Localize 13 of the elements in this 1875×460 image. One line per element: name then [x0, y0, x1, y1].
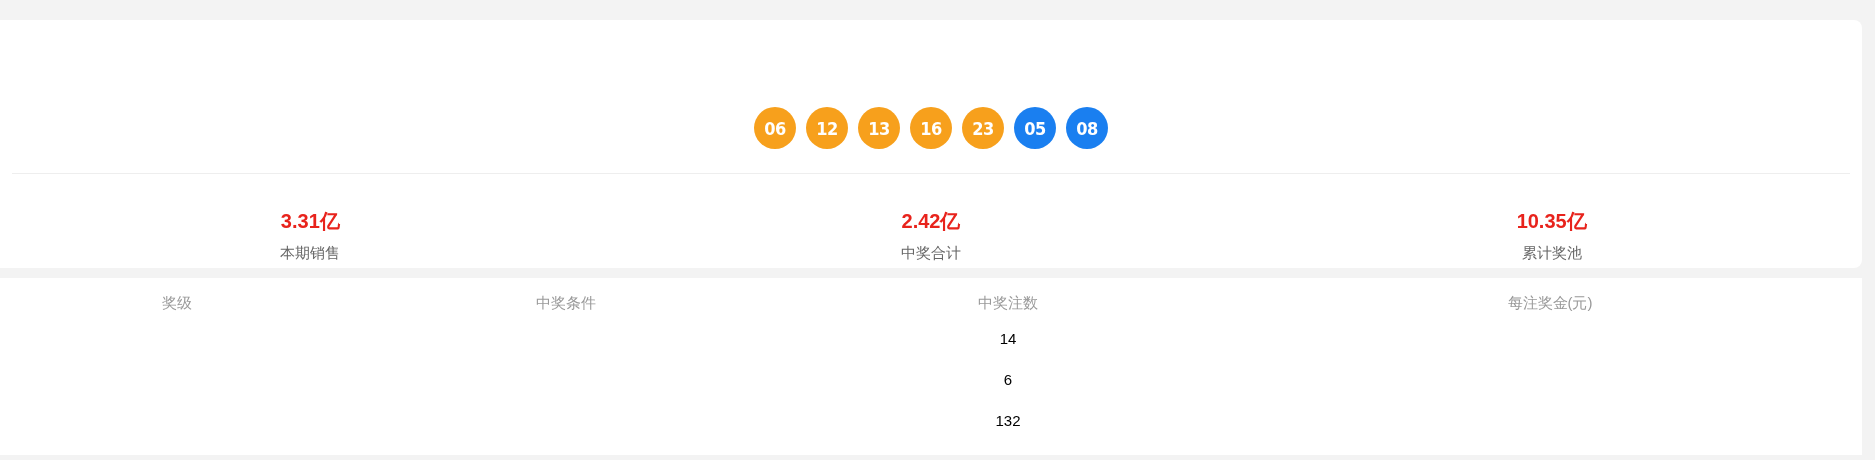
column-header: 奖级	[161, 293, 193, 313]
stat-label: 累计奖池	[1521, 243, 1582, 263]
column-header: 中奖注数	[977, 293, 1039, 313]
column-header: 每注奖金(元)	[1506, 293, 1594, 313]
table-cell: 132	[995, 411, 1021, 429]
stat-label: 中奖合计	[901, 243, 961, 263]
stat-value: 3.31亿	[280, 209, 340, 234]
table-cell: 14	[999, 329, 1017, 347]
stat-label: 本期销售	[280, 243, 341, 263]
stat-value: 10.35亿	[1516, 209, 1587, 234]
table-cell: 6	[1003, 370, 1013, 388]
column-header: 中奖条件	[535, 293, 597, 313]
stat-value: 2.42亿	[901, 209, 961, 234]
